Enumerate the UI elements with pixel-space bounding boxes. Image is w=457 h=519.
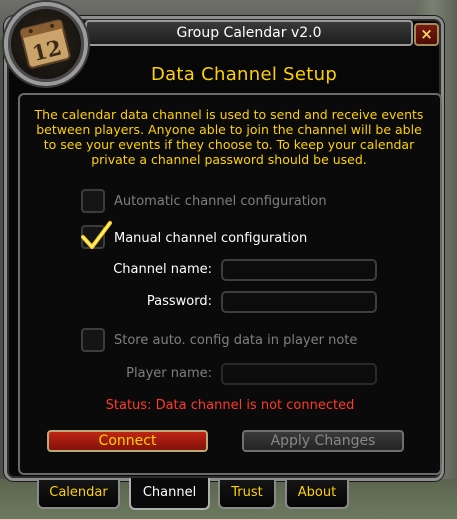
tab-trust[interactable]: Trust [218,480,276,509]
manual-config-label: Manual channel configuration [114,231,308,246]
window-title: Group Calendar v2.0 [176,25,322,41]
password-label: Password: [146,294,212,309]
auto-config-label: Automatic channel configuration [114,194,327,209]
store-config-checkbox[interactable] [81,328,105,352]
apply-changes-button[interactable]: Apply Changes [242,430,404,452]
tab-channel[interactable]: Channel [129,478,210,510]
player-name-input[interactable] [221,363,377,385]
close-button[interactable]: × [414,23,439,46]
page-title: Data Channel Setup [150,64,338,85]
status-text: Status: Data channel is not connected [105,398,355,413]
description-text: The calendar data channel is used to sen… [34,107,424,167]
channel-name-input[interactable] [221,259,377,281]
tab-about[interactable]: About [285,480,349,509]
tab-calendar[interactable]: Calendar [37,480,120,509]
channel-name-label: Channel name: [113,262,212,277]
auto-config-checkbox[interactable] [81,189,105,213]
manual-config-checkbox[interactable] [81,221,112,249]
connect-button[interactable]: Connect [47,430,208,452]
close-icon: × [420,25,433,43]
checkmark-icon [81,221,112,249]
store-config-label: Store auto. config data in player note [114,333,358,348]
password-input[interactable] [221,291,377,313]
player-name-label: Player name: [126,366,212,381]
